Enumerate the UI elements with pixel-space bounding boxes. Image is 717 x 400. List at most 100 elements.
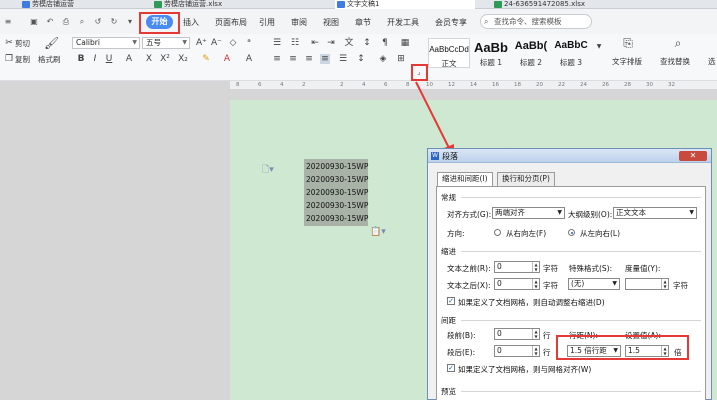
superscript-icon[interactable]: X² <box>160 54 170 64</box>
text-layout-icon[interactable]: ⎘ <box>621 37 635 49</box>
cut-button[interactable]: 剪切 <box>15 38 30 49</box>
find-icon[interactable]: ⌕ <box>671 37 685 49</box>
preview-icon[interactable]: ⌕ <box>78 18 86 26</box>
spin-arrows-icon[interactable]: ▲ ▼ <box>532 279 539 289</box>
italic-icon[interactable]: I <box>90 54 100 64</box>
align-right-icon[interactable]: ≡ <box>304 54 314 64</box>
clear-format-icon[interactable]: ◇ <box>228 38 238 48</box>
decrease-indent-icon[interactable]: ⇤ <box>310 38 320 48</box>
chinese-layout-icon[interactable]: 文 <box>344 38 354 48</box>
tab-review[interactable]: 审阅 <box>291 17 307 28</box>
justify-icon[interactable]: ≡ <box>320 54 330 64</box>
close-button[interactable]: ✕ <box>679 151 707 161</box>
ruler-tick: 24 <box>580 82 587 88</box>
underline-icon[interactable]: U <box>104 54 114 64</box>
paste-options-icon[interactable]: 📋▾ <box>370 227 386 237</box>
tab-insert[interactable]: 插入 <box>183 17 199 28</box>
spin-arrows-icon[interactable]: ▲ ▼ <box>532 346 539 356</box>
copy-button[interactable]: 复制 <box>15 54 30 65</box>
bullets-icon[interactable]: ☰ <box>272 38 282 48</box>
line-spacing-icon[interactable]: ↕ <box>356 54 366 64</box>
strikethrough-icon[interactable]: X <box>144 54 154 64</box>
font-color-icon[interactable]: A <box>124 54 134 64</box>
save-icon[interactable]: ▣ <box>30 18 38 26</box>
spacing-grid-checkbox[interactable]: ✓ <box>447 364 455 372</box>
tab-view[interactable]: 视图 <box>323 17 339 28</box>
distributed-icon[interactable]: ☰ <box>338 54 348 64</box>
tab-line-page-break[interactable]: 换行和分页(P) <box>497 172 555 186</box>
divider <box>461 320 701 321</box>
numbering-icon[interactable]: ☷ <box>290 38 300 48</box>
spin-arrows-icon[interactable]: ▲ ▼ <box>532 262 539 272</box>
dialog-titlebar[interactable]: W 段落 ✕ <box>428 149 711 163</box>
alignment-select[interactable]: 两端对齐 ▼ <box>492 207 565 219</box>
redo-arrow-icon[interactable]: ↻ <box>110 18 118 26</box>
spin-arrows-icon[interactable]: ▲ ▼ <box>532 329 539 339</box>
scissors-icon[interactable]: ✂ <box>4 38 14 48</box>
font-name-select[interactable]: Calibri ▼ <box>72 37 140 49</box>
style-heading-2[interactable]: AaBb( 标题 2 <box>511 38 551 68</box>
shrink-font-icon[interactable]: A⁻ <box>211 38 222 48</box>
selected-text[interactable]: 20200930-15WP 20200930-15WP 20200930-15W… <box>304 159 368 226</box>
font-size-select[interactable]: 五号 ▼ <box>142 37 190 49</box>
outline-select[interactable]: 正文文本 ▼ <box>613 207 697 219</box>
tab-doc-4[interactable]: 24-636591472085.xlsx <box>492 0 585 9</box>
grow-font-icon[interactable]: A⁺ <box>196 38 207 48</box>
rtl-radio[interactable] <box>494 229 501 236</box>
subscript-icon[interactable]: X₂ <box>178 54 188 64</box>
border-icon[interactable]: ⊞ <box>396 54 406 64</box>
tab-member[interactable]: 会员专享 <box>435 17 467 28</box>
align-center-icon[interactable]: ≡ <box>288 54 298 64</box>
bold-icon[interactable]: B <box>76 54 86 64</box>
dialog-title: 段落 <box>442 152 458 161</box>
format-painter-button[interactable]: 格式刷 <box>38 54 61 65</box>
highlight-icon[interactable]: ✎ <box>201 54 211 64</box>
tab-references[interactable]: 引用 <box>259 17 275 28</box>
after-text-input[interactable]: 0 ▲ ▼ <box>494 278 540 290</box>
sort-icon[interactable]: ↕ <box>362 38 372 48</box>
align-left-icon[interactable]: ≡ <box>272 54 282 64</box>
select-button[interactable]: 选 <box>708 56 716 67</box>
undo-arrow-icon[interactable]: ↺ <box>94 18 102 26</box>
tab-doc-2[interactable]: 劳模店铺运营.xlsx <box>152 0 222 9</box>
indent-grid-checkbox[interactable]: ✓ <box>447 297 455 305</box>
paragraph-marker-icon[interactable]: 🗋▾ <box>262 162 274 178</box>
ruler-tick: 8 <box>236 82 240 88</box>
find-replace-button[interactable]: 查找替换 <box>660 56 690 67</box>
tab-indent-spacing[interactable]: 缩进和间距(I) <box>437 172 493 186</box>
ltr-radio[interactable] <box>568 229 575 236</box>
tab-doc-3[interactable]: 文字文稿1 <box>335 0 475 9</box>
styles-more-icon[interactable]: ▼ <box>594 42 604 52</box>
tab-chapter[interactable]: 章节 <box>355 17 371 28</box>
style-normal[interactable]: AaBbCcDd 正文 <box>428 38 470 68</box>
style-heading-1[interactable]: AaBb 标题 1 <box>471 38 511 68</box>
undo-icon[interactable]: ↶ <box>46 18 54 26</box>
ruler-tick: 6 <box>258 82 262 88</box>
search-input[interactable]: ⌕ 查找命令、搜索模板 <box>480 14 592 29</box>
show-marks-icon[interactable]: ¶ <box>380 38 390 48</box>
before-text-input[interactable]: 0 ▲ ▼ <box>494 261 540 273</box>
shading-icon[interactable]: ◈ <box>378 54 388 64</box>
tab-page-layout[interactable]: 页面布局 <box>215 17 247 28</box>
copy-icon[interactable]: ❐ <box>4 54 14 64</box>
format-painter-icon[interactable]: 🖌 <box>44 37 59 49</box>
horizontal-ruler[interactable]: 8 6 4 2 2 4 6 8 10 12 14 16 18 20 22 24 … <box>230 81 717 90</box>
pinyin-icon[interactable]: ᵃ <box>244 38 254 48</box>
ruler-tick: 2 <box>302 82 306 88</box>
text-color-icon[interactable]: A <box>222 54 232 64</box>
tab-developer[interactable]: 开发工具 <box>387 17 419 28</box>
style-heading-3[interactable]: AaBbC 标题 3 <box>551 38 591 68</box>
space-after-input[interactable]: 0 ▲ ▼ <box>494 345 540 357</box>
space-before-input[interactable]: 0 ▲ ▼ <box>494 328 540 340</box>
text-layout-button[interactable]: 文字排版 <box>612 56 642 67</box>
spin-arrows-icon[interactable]: ▲ ▼ <box>661 279 668 289</box>
increase-indent-icon[interactable]: ⇥ <box>326 38 336 48</box>
degree-input[interactable]: ▲ ▼ <box>625 278 669 290</box>
tab-doc-1[interactable]: 劳模店铺运营 <box>20 0 74 9</box>
more-icon[interactable]: ▾ <box>126 18 134 26</box>
char-shade-icon[interactable]: A <box>244 54 254 64</box>
special-select[interactable]: (无) ▼ <box>568 278 620 290</box>
table-icon[interactable]: ▦ <box>400 38 410 48</box>
menu-icon[interactable]: ≡ <box>4 18 12 26</box>
print-icon[interactable]: ⎙ <box>62 18 70 26</box>
